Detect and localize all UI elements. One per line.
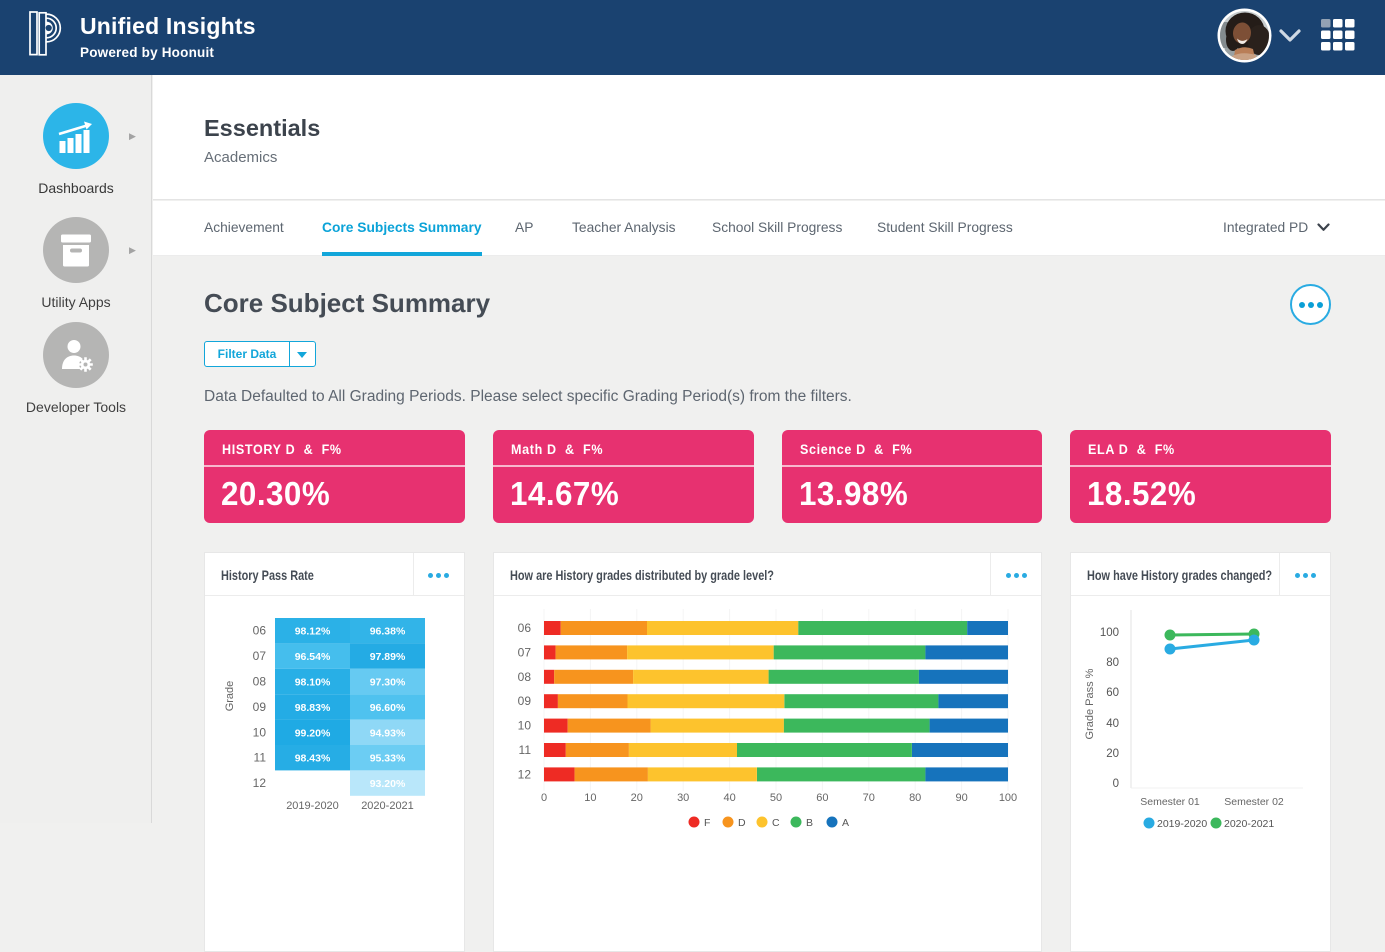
svg-text:D: D [738,817,746,829]
svg-text:93.20%: 93.20% [370,778,406,790]
svg-text:80: 80 [1106,657,1119,669]
svg-text:07: 07 [253,649,267,663]
svg-text:Grade Pass %: Grade Pass % [1084,668,1096,739]
svg-text:11: 11 [254,751,267,765]
svg-text:98.10%: 98.10% [295,677,331,689]
svg-text:0: 0 [541,792,547,804]
svg-text:09: 09 [517,694,531,708]
svg-text:30: 30 [677,792,689,804]
svg-text:40: 40 [1106,718,1119,730]
svg-text:20: 20 [1106,748,1119,760]
svg-text:98.43%: 98.43% [295,753,331,765]
svg-text:97.30%: 97.30% [370,677,406,689]
svg-text:12: 12 [517,767,531,781]
svg-text:2020-2021: 2020-2021 [1224,818,1274,830]
svg-text:2020-2021: 2020-2021 [361,800,414,812]
svg-text:08: 08 [253,675,267,689]
svg-text:80: 80 [909,792,921,804]
svg-text:98.83%: 98.83% [295,702,331,714]
svg-text:Semester 01: Semester 01 [1140,796,1200,808]
svg-text:96.60%: 96.60% [370,702,406,714]
svg-text:50: 50 [770,792,782,804]
svg-text:10: 10 [253,725,267,739]
svg-text:12: 12 [253,776,267,790]
svg-text:98.12%: 98.12% [295,626,331,638]
svg-text:100: 100 [1100,627,1119,639]
svg-text:08: 08 [517,670,531,684]
svg-text:60: 60 [1106,687,1119,699]
svg-text:A: A [842,817,849,829]
svg-text:94.93%: 94.93% [370,727,406,739]
svg-text:60: 60 [816,792,828,804]
svg-text:11: 11 [518,743,531,757]
svg-text:07: 07 [517,645,531,659]
svg-text:06: 06 [253,624,267,638]
svg-text:09: 09 [253,700,267,714]
svg-text:10: 10 [584,792,596,804]
svg-text:70: 70 [863,792,875,804]
svg-text:96.54%: 96.54% [295,651,331,663]
svg-text:2019-2020: 2019-2020 [286,800,339,812]
svg-text:F: F [704,817,710,829]
svg-text:96.38%: 96.38% [370,626,406,638]
svg-text:B: B [806,817,813,829]
svg-text:99.20%: 99.20% [295,727,331,739]
svg-text:2019-2020: 2019-2020 [1157,818,1207,830]
svg-text:97.89%: 97.89% [370,651,406,663]
svg-text:10: 10 [517,719,531,733]
svg-text:Semester 02: Semester 02 [1224,796,1284,808]
svg-text:0: 0 [1113,778,1119,790]
svg-text:95.33%: 95.33% [370,753,406,765]
svg-text:Grade: Grade [224,681,236,712]
svg-text:40: 40 [723,792,735,804]
svg-text:90: 90 [955,792,967,804]
svg-text:100: 100 [999,792,1017,804]
svg-text:C: C [772,817,780,829]
svg-text:06: 06 [517,621,531,635]
svg-text:20: 20 [631,792,643,804]
